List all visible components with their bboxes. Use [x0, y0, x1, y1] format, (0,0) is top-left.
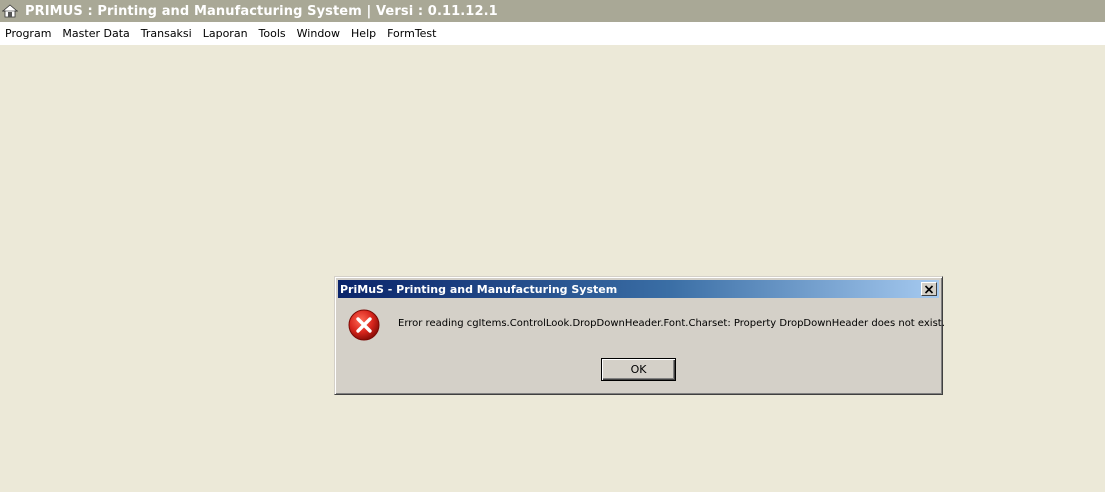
app-title: PRIMUS : Printing and Manufacturing Syst…	[25, 3, 498, 19]
close-button[interactable]	[921, 282, 937, 296]
menu-window[interactable]: Window	[292, 25, 345, 42]
close-icon	[924, 284, 934, 294]
menu-formtest[interactable]: FormTest	[382, 25, 441, 42]
app-titlebar[interactable]: PRIMUS : Printing and Manufacturing Syst…	[0, 0, 1105, 22]
house-icon[interactable]	[2, 3, 18, 19]
dialog-titlebar[interactable]: PriMuS - Printing and Manufacturing Syst…	[338, 280, 939, 298]
menu-tools[interactable]: Tools	[254, 25, 291, 42]
menu-master-data[interactable]: Master Data	[57, 25, 134, 42]
ok-button[interactable]: OK	[601, 358, 676, 381]
error-icon	[348, 309, 380, 341]
menu-help[interactable]: Help	[346, 25, 381, 42]
menu-laporan[interactable]: Laporan	[198, 25, 253, 42]
dialog-title: PriMuS - Printing and Manufacturing Syst…	[340, 282, 618, 296]
menu-program[interactable]: Program	[0, 25, 56, 42]
menubar: Program Master Data Transaksi Laporan To…	[0, 22, 1105, 45]
app-window: PRIMUS : Printing and Manufacturing Syst…	[0, 0, 1105, 492]
dialog-message: Error reading cgItems.ControlLook.DropDo…	[398, 318, 945, 329]
error-dialog: PriMuS - Printing and Manufacturing Syst…	[334, 276, 945, 395]
menu-transaksi[interactable]: Transaksi	[136, 25, 197, 42]
mdi-client-area	[0, 45, 1105, 492]
